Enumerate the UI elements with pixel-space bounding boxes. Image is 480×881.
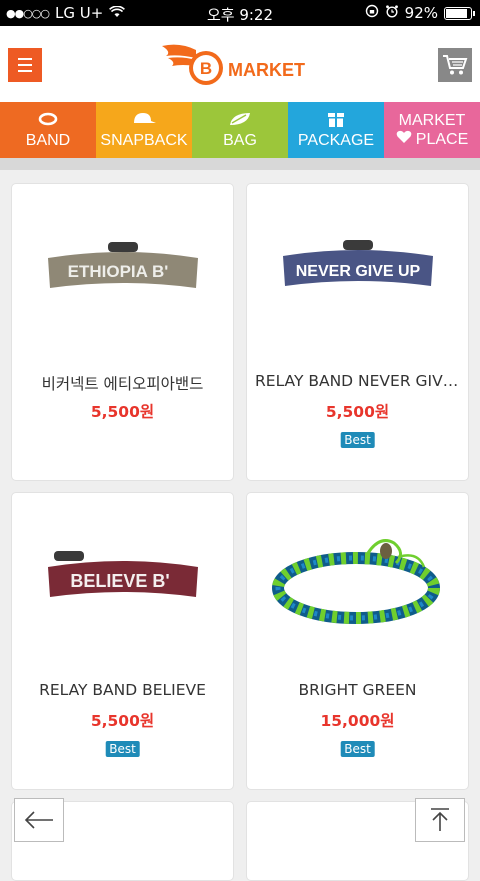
battery-percent: 92% [404, 4, 438, 22]
alarm-icon [385, 4, 399, 22]
leaf-icon [228, 110, 252, 128]
product-price: 5,500원 [90, 403, 155, 421]
arrow-up-to-top-icon [431, 808, 449, 831]
band-icon [38, 110, 58, 128]
category-bag[interactable]: BAG [192, 102, 288, 158]
best-badge: Best [340, 432, 375, 448]
back-button[interactable] [14, 798, 64, 842]
best-badge: Best [340, 741, 375, 757]
category-label: SNAPBACK [100, 132, 188, 149]
product-name: RELAY BAND BELIEVE [39, 681, 206, 699]
product-card[interactable]: BELIEVE B' RELAY BAND BELIEVE 5,500원 Bes… [11, 492, 234, 790]
section-divider [0, 158, 480, 170]
best-badge: Best [105, 741, 140, 757]
battery-icon [444, 6, 475, 20]
product-name: BRIGHT GREEN [298, 681, 417, 699]
product-name: RELAY BAND NEVER GIVE UP [255, 372, 460, 390]
cart-icon [443, 55, 468, 75]
app-header: B MARKET [0, 26, 480, 102]
product-name: 비커넥트 에티오피아밴드 [41, 375, 204, 393]
category-band[interactable]: BAND [0, 102, 96, 158]
band-text: NEVER GIVE UP [295, 263, 420, 280]
product-image: BELIEVE B' [12, 493, 233, 663]
category-label-line1: MARKET [398, 112, 466, 129]
cart-button[interactable] [438, 48, 472, 82]
product-price: 15,000원 [320, 712, 395, 730]
cap-icon [131, 110, 157, 128]
heart-icon [396, 130, 412, 149]
category-label: PACKAGE [297, 132, 375, 149]
arrow-left-icon [24, 811, 53, 829]
logo[interactable]: B MARKET [160, 42, 305, 88]
product-price: 5,500원 [325, 403, 390, 421]
product-price: 5,500원 [90, 712, 155, 730]
product-grid: ETHIOPIA B' 비커넥트 에티오피아밴드 5,500원 NEVER GI… [0, 170, 480, 881]
band-text: BELIEVE B' [70, 571, 169, 591]
menu-icon [18, 58, 32, 60]
category-label: BAND [25, 132, 71, 149]
product-card[interactable]: ETHIOPIA B' 비커넥트 에티오피아밴드 5,500원 [11, 183, 234, 481]
logo-wing-icon: B [160, 42, 224, 88]
category-marketplace[interactable]: MARKET PLACE [384, 102, 480, 158]
product-card[interactable]: NEVER GIVE UP RELAY BAND NEVER GIVE UP 5… [246, 183, 469, 481]
product-card[interactable]: BRIGHT GREEN 15,000원 Best [246, 492, 469, 790]
battery-fill [446, 8, 468, 18]
menu-button[interactable] [8, 48, 42, 82]
scroll-top-button[interactable] [415, 798, 465, 842]
product-image: ETHIOPIA B' [12, 184, 233, 354]
rotation-lock-icon [365, 4, 379, 22]
category-label: BAG [223, 132, 257, 149]
band-text: ETHIOPIA B' [67, 262, 168, 281]
category-package[interactable]: PACKAGE [288, 102, 384, 158]
product-image: NEVER GIVE UP [247, 184, 468, 354]
category-nav: BAND SNAPBACK BAG PACKAGE MARKET PLACE [0, 102, 480, 158]
gift-icon [327, 110, 345, 128]
logo-letter: B [200, 59, 212, 78]
logo-text: MARKET [228, 59, 305, 80]
category-snapback[interactable]: SNAPBACK [96, 102, 192, 158]
category-label-line2: PLACE [415, 131, 469, 148]
product-image [247, 493, 468, 663]
status-right: 92% [365, 4, 475, 22]
status-bar: ●●○○○ LG U+ 오후 9:22 92% [0, 0, 480, 26]
